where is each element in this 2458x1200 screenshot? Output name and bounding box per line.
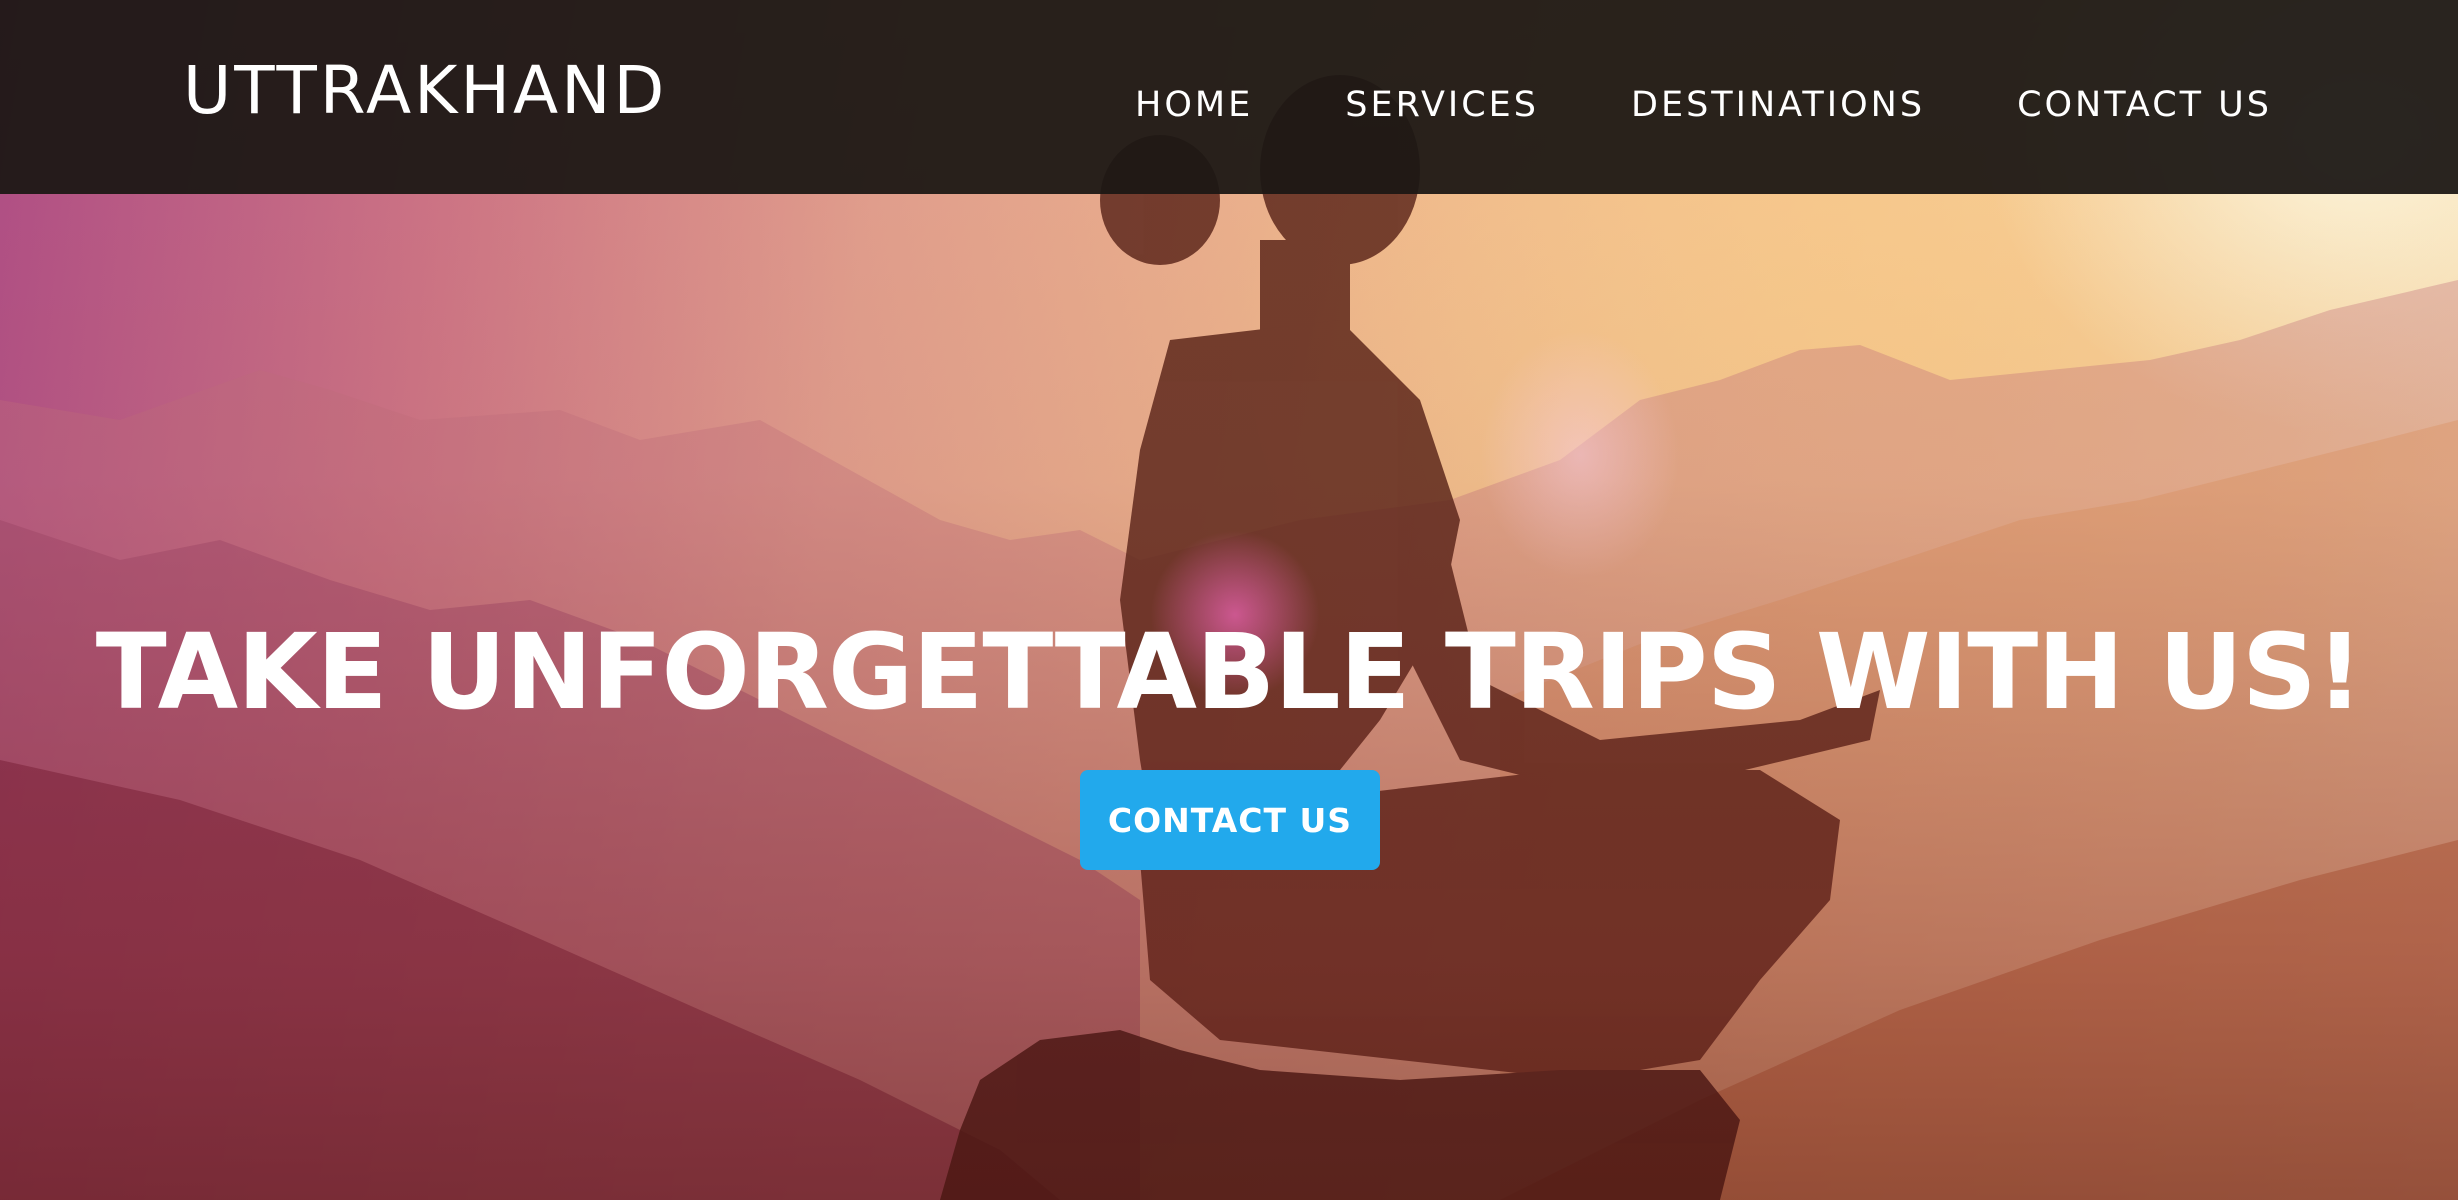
hero-title: TAKE UNFORGETTABLE TRIPS WITH US!	[95, 611, 2364, 733]
nav-link-home[interactable]: HOME	[1135, 88, 1253, 123]
nav-link-services[interactable]: SERVICES	[1345, 88, 1539, 123]
contact-us-button[interactable]: CONTACT US	[1080, 770, 1380, 870]
nav-link-destinations[interactable]: DESTINATIONS	[1631, 88, 1925, 123]
nav-link-contact-us[interactable]: CONTACT US	[2017, 88, 2272, 123]
site-header: UTTRAKHAND HOME SERVICES DESTINATIONS CO…	[0, 0, 2458, 194]
site-logo[interactable]: UTTRAKHAND	[183, 58, 667, 124]
page: UTTRAKHAND HOME SERVICES DESTINATIONS CO…	[0, 0, 2458, 1200]
main-nav: HOME SERVICES DESTINATIONS CONTACT US	[1043, 88, 2272, 123]
